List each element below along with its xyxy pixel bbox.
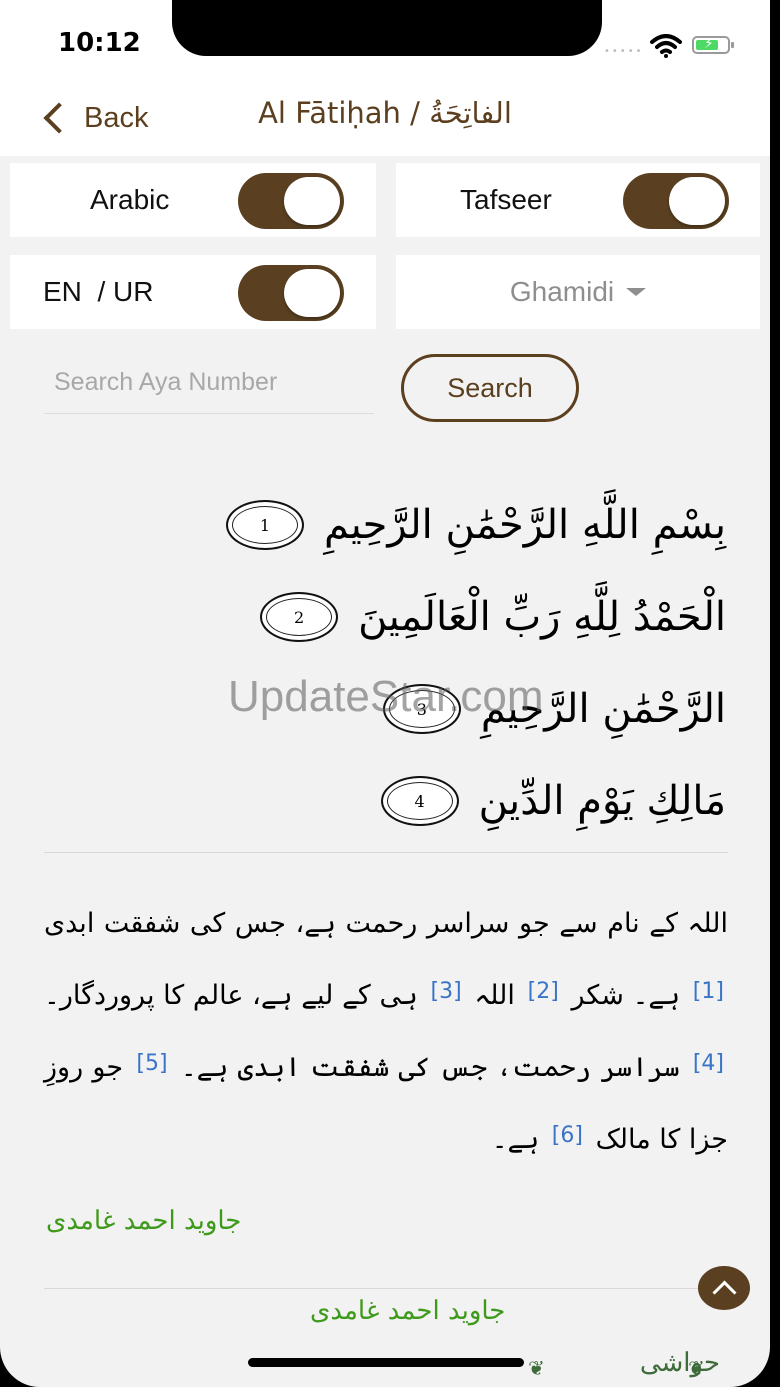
arabic-label: Arabic	[90, 184, 170, 215]
aya-text: الْحَمْدُ لِلَّهِ رَبِّ الْعَالَمِينَ	[358, 594, 726, 640]
search-button[interactable]: Search	[401, 354, 579, 422]
home-indicator[interactable]	[248, 1358, 524, 1367]
chevron-left-icon	[43, 102, 75, 134]
translation-text: اللہ کے نام سے جو سراسر رحمت ہے، جس کی ش…	[44, 908, 728, 939]
status-time: 10:12	[58, 28, 141, 58]
aya-text: بِسْمِ اللَّهِ الرَّحْمَٰنِ الرَّحِيمِ	[323, 502, 726, 548]
arabic-setting-row: Arabic	[10, 163, 376, 237]
translation-text: ہی کے لیے ہے، عالم کا پروردگار۔	[44, 980, 418, 1011]
back-label: Back	[84, 101, 149, 134]
aya-number-input[interactable]	[44, 352, 374, 414]
chevron-up-icon	[711, 1279, 737, 1305]
watermark: UpdateStar.com	[228, 672, 544, 721]
language-toggle[interactable]	[238, 265, 344, 321]
app-screen: 10:12 ••••• ⚡ Back Al Fātiḥah / الفاتِحَ…	[0, 0, 770, 1387]
aya-number-badge: 4	[380, 776, 459, 826]
aya-number-badge: 1	[225, 500, 304, 550]
arabic-toggle[interactable]	[238, 173, 344, 229]
divider	[44, 852, 728, 853]
footnote-link[interactable]: [2]	[528, 979, 559, 1004]
footnote-link[interactable]: [3]	[431, 979, 462, 1004]
tafseer-label: Tafseer	[460, 184, 552, 215]
footnote-link[interactable]: [4]	[693, 1051, 724, 1076]
ornament-icon: ❦	[688, 1356, 705, 1380]
translation-text: سراسر رحمت، جس کی شفقت ابدی ہے۔	[180, 1052, 680, 1083]
tafseer-setting-row: Tafseer	[396, 163, 760, 237]
aya-row: الْحَمْدُ لِلَّهِ رَبِّ الْعَالَمِينَ 2	[260, 592, 726, 642]
caret-down-icon	[626, 288, 647, 296]
status-bar: 10:12 ••••• ⚡	[0, 0, 770, 80]
translation-text: اللہ	[474, 980, 515, 1011]
tafseer-toggle[interactable]	[623, 173, 729, 229]
footnote-link[interactable]: [5]	[136, 1051, 167, 1076]
signal-icon: •••••	[604, 46, 644, 57]
aya-row: مَالِكِ يَوْمِ الدِّينِ 4	[380, 776, 726, 826]
footnote-link[interactable]: [6]	[552, 1123, 583, 1148]
footnote-link[interactable]: [1]	[693, 979, 724, 1004]
device-notch	[172, 0, 602, 56]
navigation-bar: Back Al Fātiḥah / الفاتِحَةُ	[0, 80, 770, 156]
section-author-heading: جاوید احمد غامدی	[310, 1296, 506, 1326]
translation-text: ہے۔ شکر	[571, 980, 681, 1011]
aya-text: مَالِكِ يَوْمِ الدِّينِ	[478, 778, 726, 824]
language-setting-row: EN / UR	[10, 255, 376, 329]
wifi-icon	[650, 34, 682, 58]
translator-signature: جاوید احمد غامدی	[46, 1206, 242, 1236]
ornament-icon: ❦	[528, 1356, 545, 1380]
aya-number-badge: 2	[260, 592, 339, 642]
translator-dropdown[interactable]: Ghamidi	[396, 255, 760, 329]
battery-icon: ⚡	[692, 36, 734, 54]
translator-selected: Ghamidi	[509, 276, 615, 307]
aya-row: بِسْمِ اللَّهِ الرَّحْمَٰنِ الرَّحِيمِ 1	[225, 500, 726, 550]
scroll-to-top-button[interactable]	[698, 1266, 750, 1310]
hawashi-heading: حواشی	[639, 1348, 720, 1378]
page-title: Al Fātiḥah / الفاتِحَةُ	[258, 96, 512, 130]
divider	[44, 1288, 728, 1289]
urdu-translation: اللہ کے نام سے جو سراسر رحمت ہے، جس کی ش…	[44, 890, 728, 1174]
translation-text: ہے۔	[491, 1124, 540, 1155]
back-button[interactable]: Back	[40, 96, 148, 140]
language-label: EN / UR	[43, 276, 154, 307]
